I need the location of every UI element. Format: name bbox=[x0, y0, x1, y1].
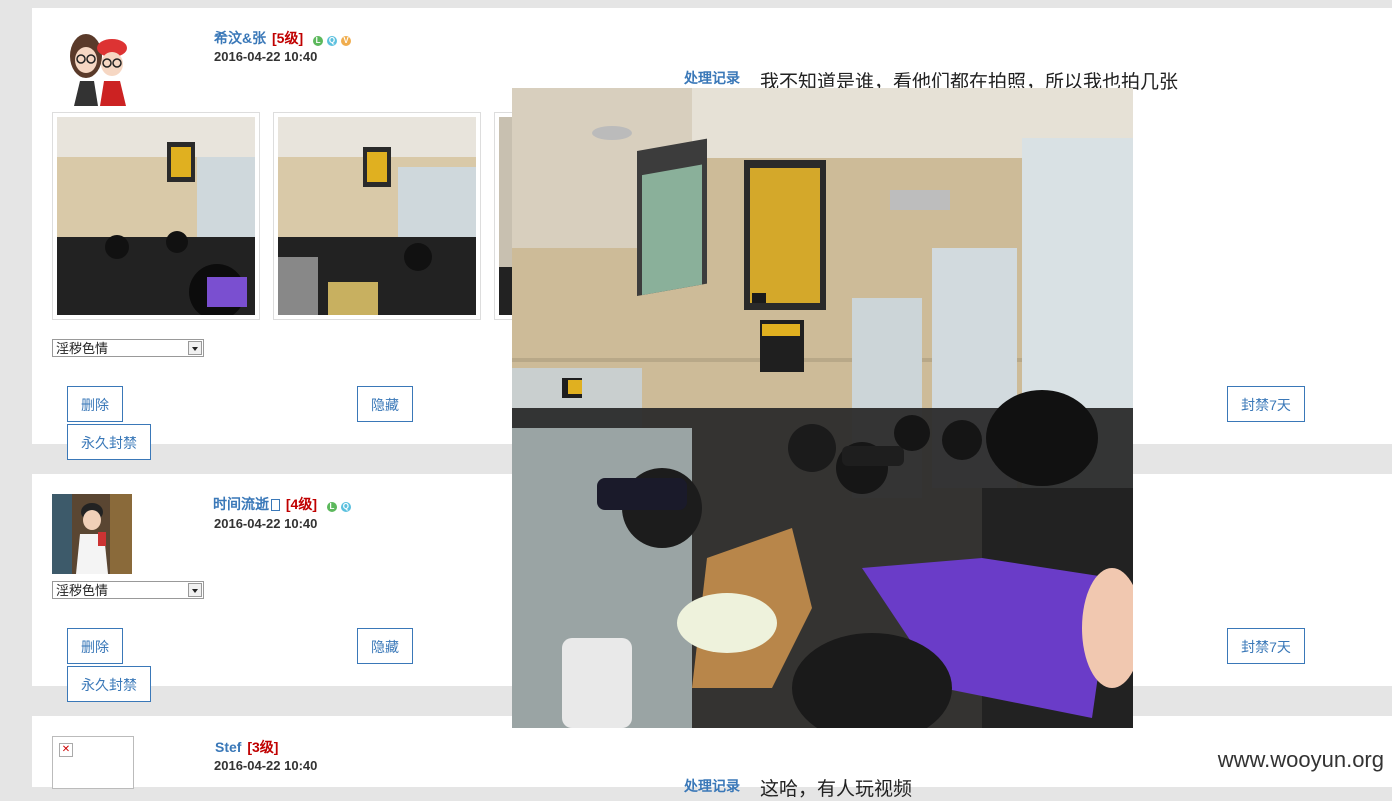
vip-badge-icon: V bbox=[341, 35, 352, 46]
site-watermark: www.wooyun.org bbox=[1217, 747, 1384, 772]
post-image-thumbnail[interactable] bbox=[52, 112, 260, 320]
select-value: 淫秽色情 bbox=[56, 341, 109, 356]
ban-7-days-button[interactable]: 封禁7天 bbox=[1227, 386, 1305, 422]
thumbnail-photo bbox=[278, 117, 476, 315]
broken-avatar-image[interactable]: ✕ bbox=[52, 736, 134, 789]
post-image-thumbnail[interactable] bbox=[273, 112, 481, 320]
unknown-glyph-icon bbox=[271, 499, 280, 512]
user-level: [3级] bbox=[247, 739, 279, 755]
username-text[interactable]: Stef bbox=[215, 739, 241, 755]
member-badge-icon: Q bbox=[340, 501, 351, 512]
post-timestamp: 2016-04-22 10:40 bbox=[214, 49, 318, 64]
post-timestamp: 2016-04-22 10:40 bbox=[214, 516, 318, 531]
post-timestamp: 2016-04-22 10:40 bbox=[214, 758, 318, 773]
badge-group: LQ bbox=[326, 497, 355, 513]
user-avatar[interactable] bbox=[60, 26, 140, 106]
permanent-ban-button[interactable]: 永久封禁 bbox=[67, 666, 151, 702]
user-level: [4级] bbox=[285, 496, 318, 512]
image-preview-popup[interactable] bbox=[512, 88, 1133, 728]
delete-button[interactable]: 删除 bbox=[67, 628, 123, 664]
hide-button[interactable]: 隐藏 bbox=[357, 386, 413, 422]
user-avatar[interactable] bbox=[52, 494, 132, 574]
ban-7-days-button[interactable]: 封禁7天 bbox=[1227, 628, 1305, 664]
post-username[interactable]: Stef [3级] bbox=[215, 737, 278, 757]
username-text[interactable]: 时间流逝 bbox=[213, 496, 269, 512]
member-badge-icon: Q bbox=[327, 35, 338, 46]
delete-button[interactable]: 删除 bbox=[67, 386, 123, 422]
process-log-link[interactable]: 处理记录 bbox=[684, 68, 740, 88]
thumbnail-photo bbox=[57, 117, 255, 315]
post-username[interactable]: 时间流逝 [4级] LQ bbox=[213, 494, 355, 514]
process-log-link[interactable]: 处理记录 bbox=[684, 776, 740, 796]
level-badge-icon: L bbox=[326, 501, 337, 512]
hide-button[interactable]: 隐藏 bbox=[357, 628, 413, 664]
user-level: [5级] bbox=[272, 30, 304, 46]
username-text[interactable]: 希汶&张 bbox=[214, 30, 266, 46]
post-comment: 这哈，有人玩视频 bbox=[760, 779, 913, 800]
violation-type-select[interactable]: 淫秽色情 bbox=[52, 581, 204, 599]
chevron-down-icon[interactable] bbox=[188, 341, 202, 355]
select-value: 淫秽色情 bbox=[56, 583, 109, 598]
preview-photo bbox=[512, 88, 1133, 728]
level-badge-icon: L bbox=[313, 35, 324, 46]
violation-type-select[interactable]: 淫秽色情 bbox=[52, 339, 204, 357]
post-username[interactable]: 希汶&张 [5级] LQV bbox=[214, 28, 355, 48]
chevron-down-icon[interactable] bbox=[188, 583, 202, 597]
badge-group: LQV bbox=[313, 31, 355, 47]
broken-image-icon: ✕ bbox=[59, 743, 73, 757]
permanent-ban-button[interactable]: 永久封禁 bbox=[67, 424, 151, 460]
